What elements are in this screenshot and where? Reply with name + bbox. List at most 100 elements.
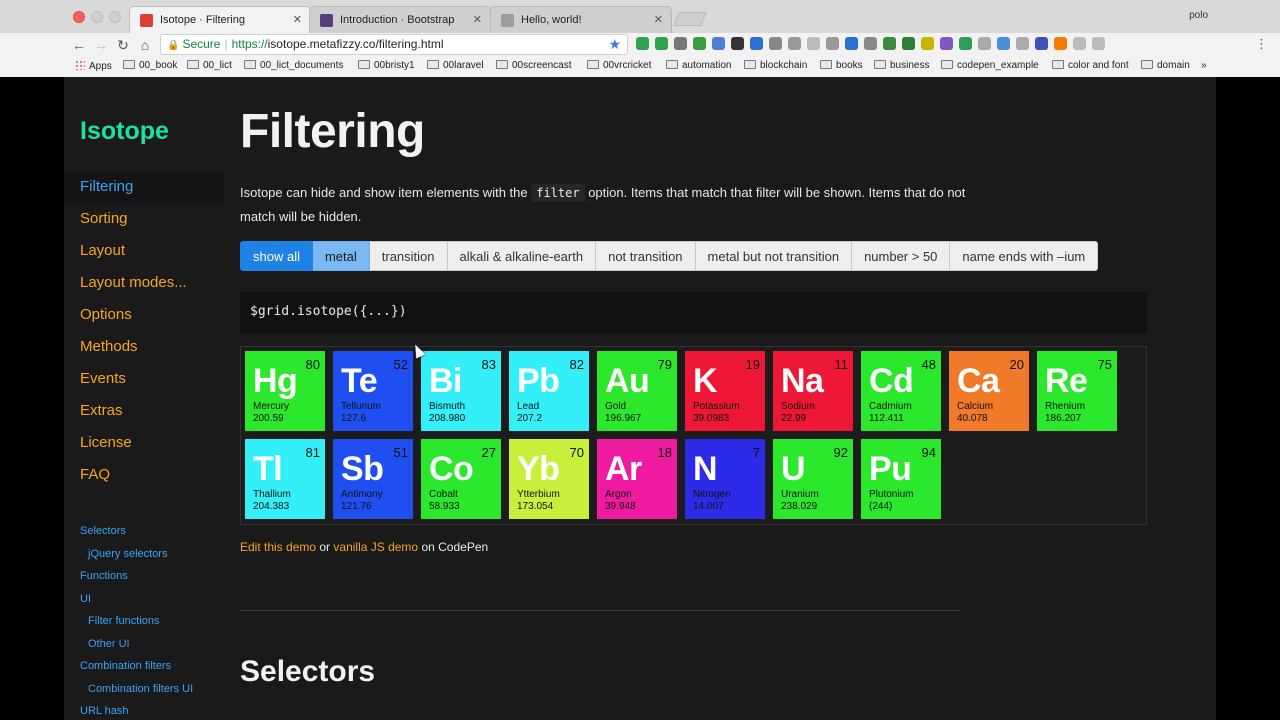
extension-icon[interactable] — [902, 37, 915, 50]
sidebar-subnav-link[interactable]: Other UI — [88, 638, 130, 650]
minimize-window-button[interactable] — [91, 11, 103, 23]
element-item[interactable]: Te 52 Tellurium 127.6 — [333, 351, 413, 431]
extension-icon[interactable] — [750, 37, 763, 50]
bookmark-folder[interactable]: 00vrcricket — [587, 60, 651, 71]
element-item[interactable]: Re 75 Rhenium 186.207 — [1037, 351, 1117, 431]
bookmark-folder[interactable]: 00laravel — [427, 60, 484, 71]
sidebar-subnav-link[interactable]: UI — [80, 593, 91, 605]
extension-icon[interactable] — [864, 37, 877, 50]
sidebar-subnav-link[interactable]: URL hash — [80, 705, 129, 717]
filter-button[interactable]: metal — [312, 241, 370, 271]
extension-icon[interactable] — [845, 37, 858, 50]
bookmark-folder[interactable]: books — [820, 60, 863, 71]
extension-icon[interactable] — [674, 37, 687, 50]
element-item[interactable]: Pb 82 Lead 207.2 — [509, 351, 589, 431]
sidebar-nav-item[interactable]: Layout modes... — [64, 268, 224, 299]
sidebar-nav-item[interactable]: Filtering — [64, 172, 224, 203]
element-item[interactable]: Hg 80 Mercury 200.59 — [245, 351, 325, 431]
bookmark-folder[interactable]: 00_lict — [187, 60, 232, 71]
element-item[interactable]: Ar 18 Argon 39.948 — [597, 439, 677, 519]
bookmark-folder[interactable]: automation — [666, 60, 731, 71]
extension-icon[interactable] — [997, 37, 1010, 50]
sidebar-nav-item[interactable]: Layout — [64, 236, 224, 267]
element-item[interactable]: Cd 48 Cadmium 112.411 — [861, 351, 941, 431]
element-item[interactable]: U 92 Uranium 238.029 — [773, 439, 853, 519]
new-tab-button[interactable] — [673, 12, 707, 26]
maximize-window-button[interactable] — [109, 11, 121, 23]
bookmark-star-icon[interactable]: ★ — [608, 35, 621, 54]
extension-icon[interactable] — [655, 37, 668, 50]
filter-button[interactable]: not transition — [596, 241, 696, 271]
bookmark-folder[interactable]: 00_book — [123, 60, 177, 71]
bookmark-folder[interactable]: 00bristy1 — [358, 60, 415, 71]
extension-icon[interactable] — [978, 37, 991, 50]
element-item[interactable]: K 19 Potassium 39.0983 — [685, 351, 765, 431]
extension-icon[interactable] — [1035, 37, 1048, 50]
browser-tab[interactable]: Introduction · Bootstrap ✕ — [309, 6, 491, 33]
tab-close-icon[interactable]: ✕ — [473, 13, 482, 26]
browser-menu-icon[interactable]: ⋮ — [1255, 36, 1268, 52]
extension-icon[interactable] — [921, 37, 934, 50]
filter-button[interactable]: name ends with –ium — [950, 241, 1099, 271]
sidebar-subnav-link[interactable]: Selectors — [80, 525, 126, 537]
element-item[interactable]: Pu 94 Plutonium (244) — [861, 439, 941, 519]
vanilla-demo-link[interactable]: vanilla JS demo — [333, 540, 418, 554]
element-item[interactable]: Na 11 Sodium 22.99 — [773, 351, 853, 431]
sidebar-subnav-link[interactable]: Combination filters UI — [88, 683, 193, 695]
forward-arrow-icon[interactable]: → — [92, 36, 110, 54]
reload-icon[interactable]: ↻ — [114, 36, 132, 54]
bookmark-folder[interactable]: color and font — [1052, 60, 1129, 71]
filter-button[interactable]: number > 50 — [852, 241, 951, 271]
element-item[interactable]: N 7 Nitrogen 14.007 — [685, 439, 765, 519]
bookmark-apps[interactable]: Apps — [75, 60, 112, 72]
element-item[interactable]: Tl 81 Thallium 204.383 — [245, 439, 325, 519]
tab-close-icon[interactable]: ✕ — [654, 13, 663, 26]
extension-icon[interactable] — [807, 37, 820, 50]
sidebar-nav-item[interactable]: FAQ — [64, 460, 224, 491]
sidebar-nav-item[interactable]: License — [64, 428, 224, 459]
element-item[interactable]: Bi 83 Bismuth 208.980 — [421, 351, 501, 431]
address-bar[interactable]: 🔒 Secure | https://isotope.metafizzy.co/fil… — [160, 34, 628, 55]
bookmark-folder[interactable]: 00screencast — [496, 60, 571, 71]
extension-icon[interactable] — [959, 37, 972, 50]
element-item[interactable]: Yb 70 Ytterbium 173.054 — [509, 439, 589, 519]
extension-icon[interactable] — [1092, 37, 1105, 50]
extension-icon[interactable] — [883, 37, 896, 50]
bookmark-folder[interactable]: 00_lict_documents — [244, 60, 343, 71]
bookmark-folder[interactable]: business — [874, 60, 929, 71]
extension-icon[interactable] — [788, 37, 801, 50]
filter-button[interactable]: metal but not transition — [695, 241, 853, 271]
extension-icon[interactable] — [1073, 37, 1086, 50]
extension-icon[interactable] — [826, 37, 839, 50]
bookmark-folder[interactable]: blockchain — [744, 60, 807, 71]
sidebar-nav-item[interactable]: Methods — [64, 332, 224, 363]
browser-tab[interactable]: Isotope · Filtering ✕ — [129, 6, 311, 33]
site-logo[interactable]: Isotope — [80, 117, 169, 146]
element-item[interactable]: Au 79 Gold 196.967 — [597, 351, 677, 431]
extension-icon[interactable] — [636, 37, 649, 50]
sidebar-subnav-link[interactable]: Functions — [80, 570, 128, 582]
browser-tab[interactable]: Hello, world! ✕ — [490, 6, 672, 33]
bookmarks-overflow-button[interactable]: » — [1201, 60, 1207, 71]
back-arrow-icon[interactable]: ← — [70, 36, 88, 54]
sidebar-nav-item[interactable]: Options — [64, 300, 224, 331]
edit-demo-link[interactable]: Edit this demo — [240, 540, 316, 554]
element-item[interactable]: Sb 51 Antimony 121.76 — [333, 439, 413, 519]
filter-button[interactable]: show all — [240, 241, 313, 271]
element-item[interactable]: Ca 20 Calcium 40.078 — [949, 351, 1029, 431]
sidebar-nav-item[interactable]: Events — [64, 364, 224, 395]
sidebar-subnav-link[interactable]: Combination filters — [80, 660, 171, 672]
extension-icon[interactable] — [1054, 37, 1067, 50]
extension-icon[interactable] — [769, 37, 782, 50]
tab-close-icon[interactable]: ✕ — [293, 13, 302, 26]
extension-icon[interactable] — [731, 37, 744, 50]
bookmark-folder[interactable]: domain — [1141, 60, 1190, 71]
sidebar-subnav-link[interactable]: jQuery selectors — [88, 548, 167, 560]
sidebar-subnav-link[interactable]: Filter functions — [88, 615, 160, 627]
extension-icon[interactable] — [712, 37, 725, 50]
filter-button[interactable]: alkali & alkaline-earth — [447, 241, 597, 271]
profile-name[interactable]: polo — [1189, 10, 1208, 21]
bookmark-folder[interactable]: codepen_example — [941, 60, 1039, 71]
extension-icon[interactable] — [1016, 37, 1029, 50]
extension-icon[interactable] — [693, 37, 706, 50]
